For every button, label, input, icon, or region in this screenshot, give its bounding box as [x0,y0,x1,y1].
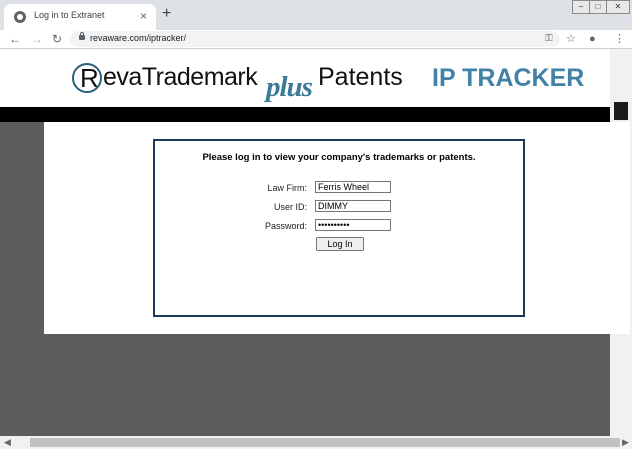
header-divider-bar [0,107,610,122]
forward-arrow-icon[interactable]: → [31,31,43,47]
login-box: Please log in to view your company's tra… [153,139,525,317]
log-in-button[interactable]: Log In [316,237,364,251]
logo-plus: plus [266,71,313,103]
browser-tab[interactable]: Log in to Extranet × [4,4,156,30]
user-id-label: User ID: [273,202,307,212]
page-banner: R evaTrademark plus Patents IP TRACKER [0,49,610,107]
scroll-left-icon[interactable]: ◀ [4,437,11,447]
browser-toolbar: ← → ↻ revaware.com/iptracker/ ⚿ ☆ ● ⋮ [0,30,632,49]
tab-strip: Log in to Extranet × + – □ ✕ [0,0,632,30]
logo-text: evaTrademark [103,63,258,91]
login-prompt: Please log in to view your company's tra… [202,152,476,163]
horizontal-scrollbar-thumb[interactable] [30,438,620,447]
logo-patents: Patents [318,63,403,91]
law-firm-field[interactable] [315,181,391,193]
lock-icon [79,32,85,40]
close-window-icon[interactable]: ✕ [606,0,630,14]
reload-icon[interactable]: ↻ [52,31,62,47]
law-firm-label: Law Firm: [267,183,307,193]
logo-r-letter: R [80,63,99,93]
back-arrow-icon[interactable]: ← [9,31,21,47]
address-bar[interactable]: revaware.com/iptracker/ [70,31,560,47]
scrollbar-thumb[interactable] [614,102,628,120]
new-tab-button[interactable]: + [162,6,171,22]
maximize-icon[interactable]: □ [589,0,607,14]
globe-icon [14,11,26,23]
profile-icon[interactable]: ● [589,32,596,46]
password-label: Password: [264,221,307,231]
tab-title: Log in to Extranet [34,10,105,20]
product-title: IP TRACKER [432,64,585,92]
scroll-right-icon[interactable]: ▶ [622,437,629,447]
horizontal-scrollbar[interactable]: ◀ ▶ [0,436,632,449]
user-id-field[interactable] [315,200,391,212]
star-icon[interactable]: ☆ [566,32,576,46]
minimize-icon[interactable]: – [572,0,590,14]
password-field[interactable] [315,219,391,231]
key-icon[interactable]: ⚿ [545,32,553,46]
logo-circle-r: R [72,63,102,93]
menu-icon[interactable]: ⋮ [614,32,625,46]
url-text: revaware.com/iptracker/ [90,33,187,43]
close-tab-icon[interactable]: × [140,9,147,23]
